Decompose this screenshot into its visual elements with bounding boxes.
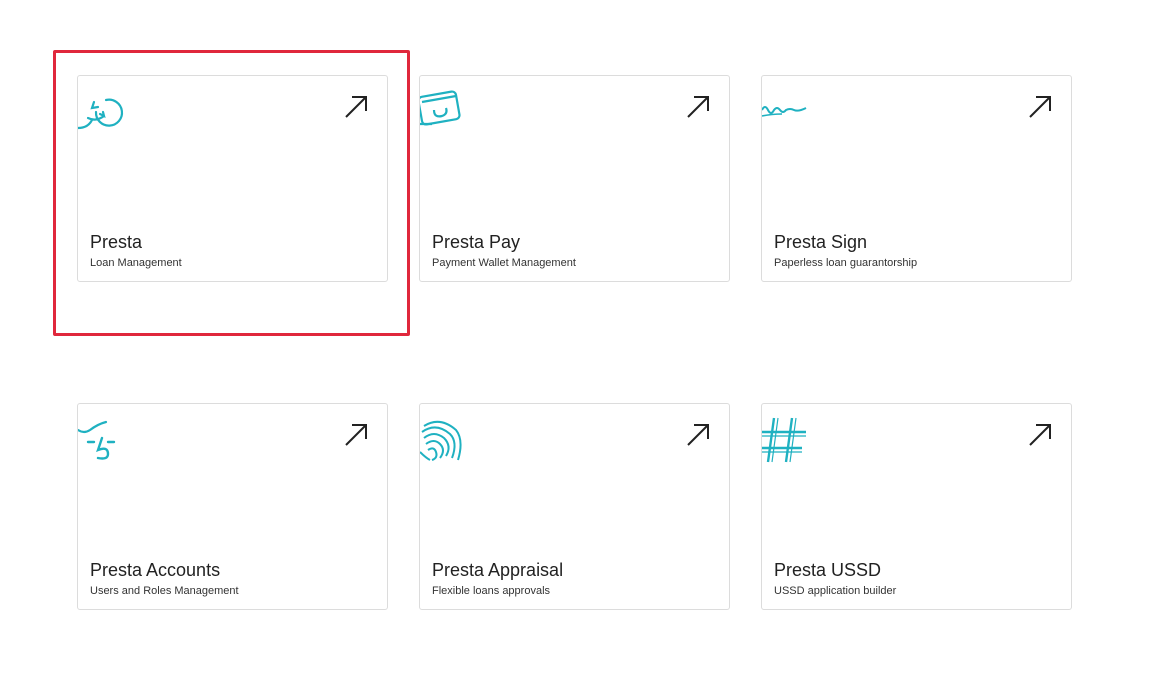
card-subtitle: USSD application builder: [774, 585, 897, 597]
hash-icon: [762, 417, 806, 463]
card-presta-accounts[interactable]: Presta Accounts Users and Roles Manageme…: [77, 403, 388, 610]
card-title: Presta Sign: [774, 232, 868, 252]
card-presta-ussd[interactable]: Presta USSD USSD application builder: [761, 403, 1072, 610]
card-subtitle: Users and Roles Management: [90, 585, 239, 597]
card-title: Presta Accounts: [90, 560, 221, 580]
arrow-up-right-icon[interactable]: [343, 94, 369, 120]
fingerprint-icon: [420, 420, 462, 461]
arrow-up-right-icon[interactable]: [685, 422, 711, 448]
arrow-up-right-icon[interactable]: [343, 422, 369, 448]
arrow-up-right-icon[interactable]: [1027, 94, 1053, 120]
card-subtitle: Paperless loan guarantorship: [774, 257, 918, 269]
card-presta[interactable]: Presta Loan Management: [77, 75, 388, 282]
arrow-up-right-icon[interactable]: [685, 94, 711, 120]
card-presta-appraisal[interactable]: Presta Appraisal Flexible loans approval…: [419, 403, 730, 610]
card-presta-sign[interactable]: Presta Sign Paperless loan guarantorship: [761, 75, 1072, 282]
card-title: Presta Appraisal: [432, 560, 564, 580]
signature-icon: [762, 106, 807, 117]
card-subtitle: Flexible loans approvals: [432, 585, 551, 597]
refresh-coin-icon: [78, 98, 124, 130]
card-subtitle: Loan Management: [90, 257, 182, 269]
card-title: Presta USSD: [774, 560, 882, 580]
accounts-icon: [78, 420, 116, 460]
card-presta-pay[interactable]: Presta Pay Payment Wallet Management: [419, 75, 730, 282]
card-subtitle: Payment Wallet Management: [432, 257, 576, 269]
card-title: Presta Pay: [432, 232, 521, 252]
product-grid: Presta Loan Management Presta Pay Paymen…: [0, 0, 1154, 699]
card-title: Presta: [90, 232, 143, 252]
wallet-card-icon: [420, 90, 461, 126]
arrow-up-right-icon[interactable]: [1027, 422, 1053, 448]
